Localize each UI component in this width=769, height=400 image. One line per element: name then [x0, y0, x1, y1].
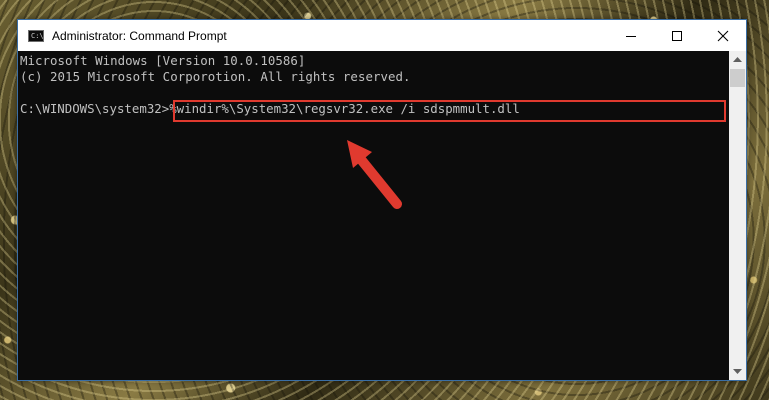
version-line: Microsoft Windows [Version 10.0.10586] — [20, 53, 306, 68]
window-title: Administrator: Command Prompt — [52, 28, 227, 43]
scroll-up-button[interactable] — [729, 51, 746, 68]
scroll-thumb[interactable] — [730, 69, 745, 87]
window-controls — [608, 20, 746, 51]
close-button[interactable] — [700, 20, 746, 51]
prompt-path: C:\WINDOWS\system32> — [20, 101, 170, 116]
maximize-icon — [672, 30, 682, 41]
cmd-icon-glyph: C:\ — [31, 31, 44, 40]
red-arrow-icon — [347, 140, 402, 209]
minimize-icon — [626, 35, 636, 37]
vertical-scrollbar[interactable] — [729, 51, 746, 380]
scroll-down-button[interactable] — [729, 363, 746, 380]
close-icon — [717, 30, 729, 41]
cmd-app-icon[interactable]: C:\ — [28, 29, 44, 42]
chevron-down-icon — [733, 368, 742, 374]
console-output[interactable]: Microsoft Windows [Version 10.0.10586] (… — [18, 51, 729, 380]
title-bar[interactable]: C:\ Administrator: Command Prompt — [18, 20, 746, 51]
maximize-button[interactable] — [654, 20, 700, 51]
minimize-button[interactable] — [608, 20, 654, 51]
copyright-line: (c) 2015 Microsoft Corporotion. All righ… — [20, 69, 411, 84]
command-highlight-box — [173, 100, 726, 122]
chevron-up-icon — [733, 56, 742, 62]
